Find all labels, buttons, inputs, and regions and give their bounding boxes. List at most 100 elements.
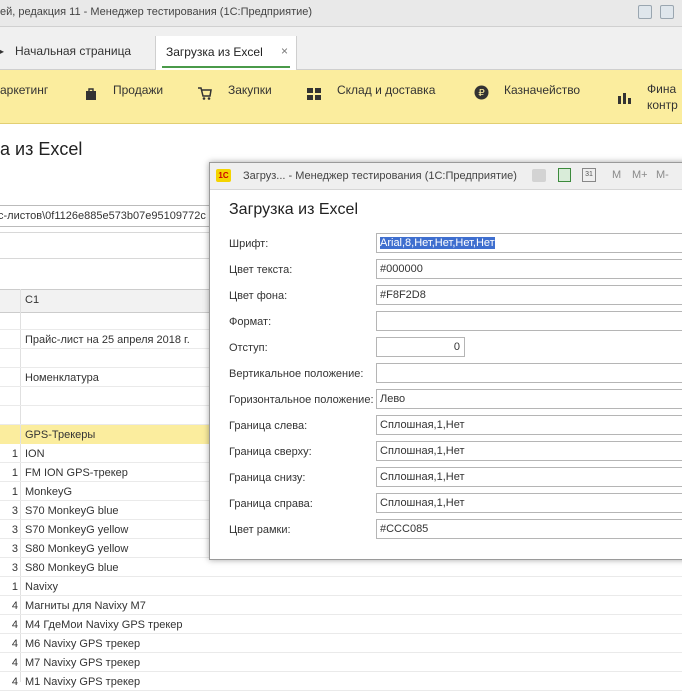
tab-excel-import-label: Загрузка из Excel bbox=[166, 45, 263, 59]
tab-home[interactable]: Начальная страница bbox=[15, 44, 131, 58]
field-label: Граница слева: bbox=[229, 420, 308, 432]
window-menu-icon[interactable] bbox=[660, 5, 674, 19]
table-row[interactable]: 4 Магниты для Navixy M7 bbox=[0, 596, 682, 615]
row-value: FM ION GPS-трекер bbox=[25, 467, 128, 479]
row-level: 3 bbox=[11, 543, 18, 555]
divider bbox=[0, 258, 210, 259]
back-arrow-icon[interactable]: ▸ bbox=[0, 44, 4, 58]
field-input[interactable] bbox=[376, 311, 682, 331]
menu-finance-line2[interactable]: контр bbox=[647, 98, 678, 112]
table-row[interactable]: 1 Navixy bbox=[0, 577, 682, 596]
menu-warehouse[interactable]: Склад и доставка bbox=[337, 83, 435, 97]
field-label: Граница сверху: bbox=[229, 446, 312, 458]
excel-import-dialog: 1С Загруз... - Менеджер тестирования (1С… bbox=[209, 162, 682, 560]
page-title: а из Excel bbox=[0, 139, 83, 159]
table-row[interactable]: 4 M7 Navixy GPS трекер bbox=[0, 653, 682, 672]
menu-sales[interactable]: Продажи bbox=[113, 83, 163, 97]
menu-treasury[interactable]: Казначейство bbox=[504, 83, 580, 97]
window-title: ей, редакция 11 - Менеджер тестирования … bbox=[0, 6, 313, 18]
table-row[interactable]: 4 M4 ГдеМои Navixy GPS трекер bbox=[0, 615, 682, 634]
row-level: 4 bbox=[11, 676, 18, 688]
row-level: 1 bbox=[11, 448, 18, 460]
row-level: 1 bbox=[11, 467, 18, 479]
field-input[interactable]: Сплошная,1,Нет bbox=[376, 467, 682, 487]
field-input[interactable]: #F8F2D8 bbox=[376, 285, 682, 305]
spreadsheet-icon[interactable] bbox=[558, 168, 571, 182]
file-path-field[interactable]: с-листов\0f1126e885e573b07e95109772c bbox=[0, 205, 210, 227]
column-header-c1: C1 bbox=[25, 294, 40, 306]
field-value: Сплошная,1,Нет bbox=[380, 471, 465, 483]
menu-purchases[interactable]: Закупки bbox=[228, 83, 272, 97]
field-input[interactable]: Лево bbox=[376, 389, 682, 409]
window-titlebar: ей, редакция 11 - Менеджер тестирования … bbox=[0, 0, 682, 27]
memory-plus-button[interactable]: M+ bbox=[632, 169, 648, 181]
row-value: Navixy bbox=[25, 581, 59, 593]
row-value: Магниты для Navixy M7 bbox=[25, 600, 146, 612]
cell: Прайс-лист на 25 апреля 2018 г. bbox=[25, 334, 190, 346]
field-label: Цвет рамки: bbox=[229, 524, 291, 536]
save-icon[interactable] bbox=[638, 5, 652, 19]
field-label: Цвет текста: bbox=[229, 264, 293, 276]
tabs-bar: ▸ Начальная страница bbox=[0, 27, 682, 70]
field-value: Сплошная,1,Нет bbox=[380, 497, 465, 509]
dialog-titlebar: 1С Загруз... - Менеджер тестирования (1С… bbox=[210, 163, 682, 190]
row-value: M4 ГдеМои Navixy GPS трекер bbox=[25, 619, 183, 631]
svg-text:₽: ₽ bbox=[478, 88, 485, 99]
ruble-icon: ₽ bbox=[474, 85, 489, 100]
row-level: 4 bbox=[11, 600, 18, 612]
field-label: Шрифт: bbox=[229, 238, 269, 250]
menu-finance[interactable]: Фина bbox=[647, 82, 676, 96]
cart-icon bbox=[198, 87, 212, 100]
tab-excel-import[interactable]: Загрузка из Excel × bbox=[155, 36, 297, 70]
field-label: Граница справа: bbox=[229, 498, 313, 510]
close-icon[interactable]: × bbox=[281, 44, 288, 58]
row-value: ION bbox=[25, 448, 45, 460]
field-label: Горизонтальное положение: bbox=[229, 394, 374, 406]
row-value: M1 Navixy GPS трекер bbox=[25, 676, 141, 688]
row-value: S80 MonkeyG blue bbox=[25, 562, 119, 574]
row-level: 3 bbox=[11, 505, 18, 517]
row-level: 3 bbox=[11, 524, 18, 536]
tab-underline bbox=[162, 66, 290, 68]
chart-icon bbox=[618, 93, 631, 104]
field-input[interactable]: #000000 bbox=[376, 259, 682, 279]
field-input[interactable]: 0 bbox=[376, 337, 465, 357]
print-icon[interactable] bbox=[532, 169, 546, 182]
row-level: 4 bbox=[11, 638, 18, 650]
field-input[interactable]: Сплошная,1,Нет bbox=[376, 441, 682, 461]
row-level: 3 bbox=[11, 562, 18, 574]
divider bbox=[0, 232, 210, 233]
field-input[interactable]: Сплошная,1,Нет bbox=[376, 415, 682, 435]
1c-logo-icon: 1С bbox=[216, 169, 231, 182]
calendar-icon[interactable]: 31 bbox=[582, 168, 596, 182]
field-value: #000000 bbox=[380, 263, 423, 275]
row-value: GPS-Трекеры bbox=[21, 425, 210, 444]
field-input[interactable]: #CCC085 bbox=[376, 519, 682, 539]
field-label: Граница снизу: bbox=[229, 472, 306, 484]
dialog-window-title: Загруз... - Менеджер тестирования (1С:Пр… bbox=[243, 170, 517, 182]
field-label: Формат: bbox=[229, 316, 272, 328]
field-value: Сплошная,1,Нет bbox=[380, 419, 465, 431]
field-input[interactable]: Arial,8,Нет,Нет,Нет,Нет bbox=[376, 233, 682, 253]
row-level: 4 bbox=[11, 657, 18, 669]
field-label: Цвет фона: bbox=[229, 290, 288, 302]
row-value: S70 MonkeyG yellow bbox=[25, 524, 129, 536]
field-input[interactable]: Сплошная,1,Нет bbox=[376, 493, 682, 513]
table-row[interactable]: 4 M6 Navixy GPS трекер bbox=[0, 634, 682, 653]
row-value: S80 MonkeyG yellow bbox=[25, 543, 129, 555]
row-value: M6 Navixy GPS трекер bbox=[25, 638, 141, 650]
field-value: Arial,8,Нет,Нет,Нет,Нет bbox=[380, 237, 495, 249]
field-value: Сплошная,1,Нет bbox=[380, 445, 465, 457]
field-label: Отступ: bbox=[229, 342, 268, 354]
row-level: 1 bbox=[11, 486, 18, 498]
field-input[interactable] bbox=[376, 363, 682, 383]
menu-marketing[interactable]: аркетинг bbox=[0, 83, 48, 97]
field-value: #F8F2D8 bbox=[380, 289, 426, 301]
row-value: MonkeyG bbox=[25, 486, 73, 498]
bag-icon bbox=[86, 88, 96, 100]
memory-button[interactable]: M bbox=[612, 169, 621, 181]
memory-minus-button[interactable]: M- bbox=[656, 169, 669, 181]
warehouse-icon bbox=[307, 88, 321, 100]
table-row[interactable]: 3 S80 MonkeyG blue bbox=[0, 558, 682, 577]
section-menu: аркетинг Продажи Закупки Склад и доставк… bbox=[0, 70, 682, 124]
